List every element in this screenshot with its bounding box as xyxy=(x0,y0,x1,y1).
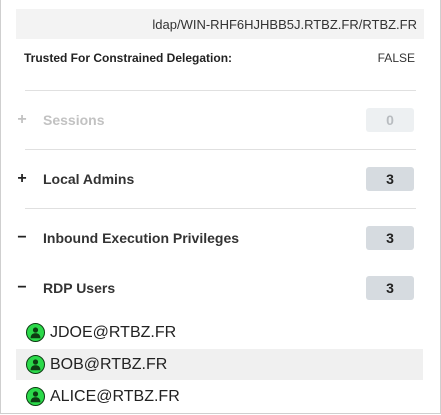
expand-icon[interactable]: + xyxy=(13,111,31,129)
collapse-icon[interactable]: − xyxy=(13,279,31,297)
section-label: Inbound Execution Privileges xyxy=(43,230,240,246)
list-item-user[interactable]: BOB@RTBZ.FR xyxy=(16,349,423,380)
user-icon xyxy=(26,355,45,374)
user-icon xyxy=(26,323,45,342)
section-local-admins[interactable]: + Local Admins 3 xyxy=(13,166,414,192)
divider xyxy=(25,90,416,91)
node-properties-panel: ldap/WIN-RHF6HJHBB5J.RTBZ.FR/RTBZ.FR Tru… xyxy=(0,0,441,414)
property-value: FALSE xyxy=(377,51,415,65)
list-item-user[interactable]: ALICE@RTBZ.FR xyxy=(16,381,423,412)
list-item-user[interactable]: JDOE@RTBZ.FR xyxy=(16,317,423,348)
service-principal-name: ldap/WIN-RHF6HJHBB5J.RTBZ.FR/RTBZ.FR xyxy=(16,9,424,39)
count-badge: 3 xyxy=(366,167,414,191)
user-name: BOB@RTBZ.FR xyxy=(50,355,168,373)
spn-text: ldap/WIN-RHF6HJHBB5J.RTBZ.FR/RTBZ.FR xyxy=(152,16,417,32)
property-label: Trusted For Constrained Delegation: xyxy=(24,51,233,65)
section-label: Local Admins xyxy=(43,171,135,187)
section-label: Sessions xyxy=(43,112,105,128)
divider xyxy=(25,149,416,150)
user-name: ALICE@RTBZ.FR xyxy=(50,387,180,405)
expand-icon[interactable]: + xyxy=(13,170,31,188)
section-inbound-execution-privileges[interactable]: − Inbound Execution Privileges 3 xyxy=(13,225,414,251)
count-badge: 0 xyxy=(366,108,414,132)
user-name: JDOE@RTBZ.FR xyxy=(50,323,177,341)
property-row-constrained-delegation: Trusted For Constrained Delegation: FALS… xyxy=(24,50,415,66)
count-badge: 3 xyxy=(366,226,414,250)
divider xyxy=(25,208,416,209)
collapse-icon[interactable]: − xyxy=(13,229,31,247)
section-sessions[interactable]: + Sessions 0 xyxy=(13,107,414,133)
count-badge: 3 xyxy=(366,276,414,300)
section-rdp-users[interactable]: − RDP Users 3 xyxy=(13,275,414,301)
user-icon xyxy=(26,387,45,406)
section-label: RDP Users xyxy=(43,280,116,296)
